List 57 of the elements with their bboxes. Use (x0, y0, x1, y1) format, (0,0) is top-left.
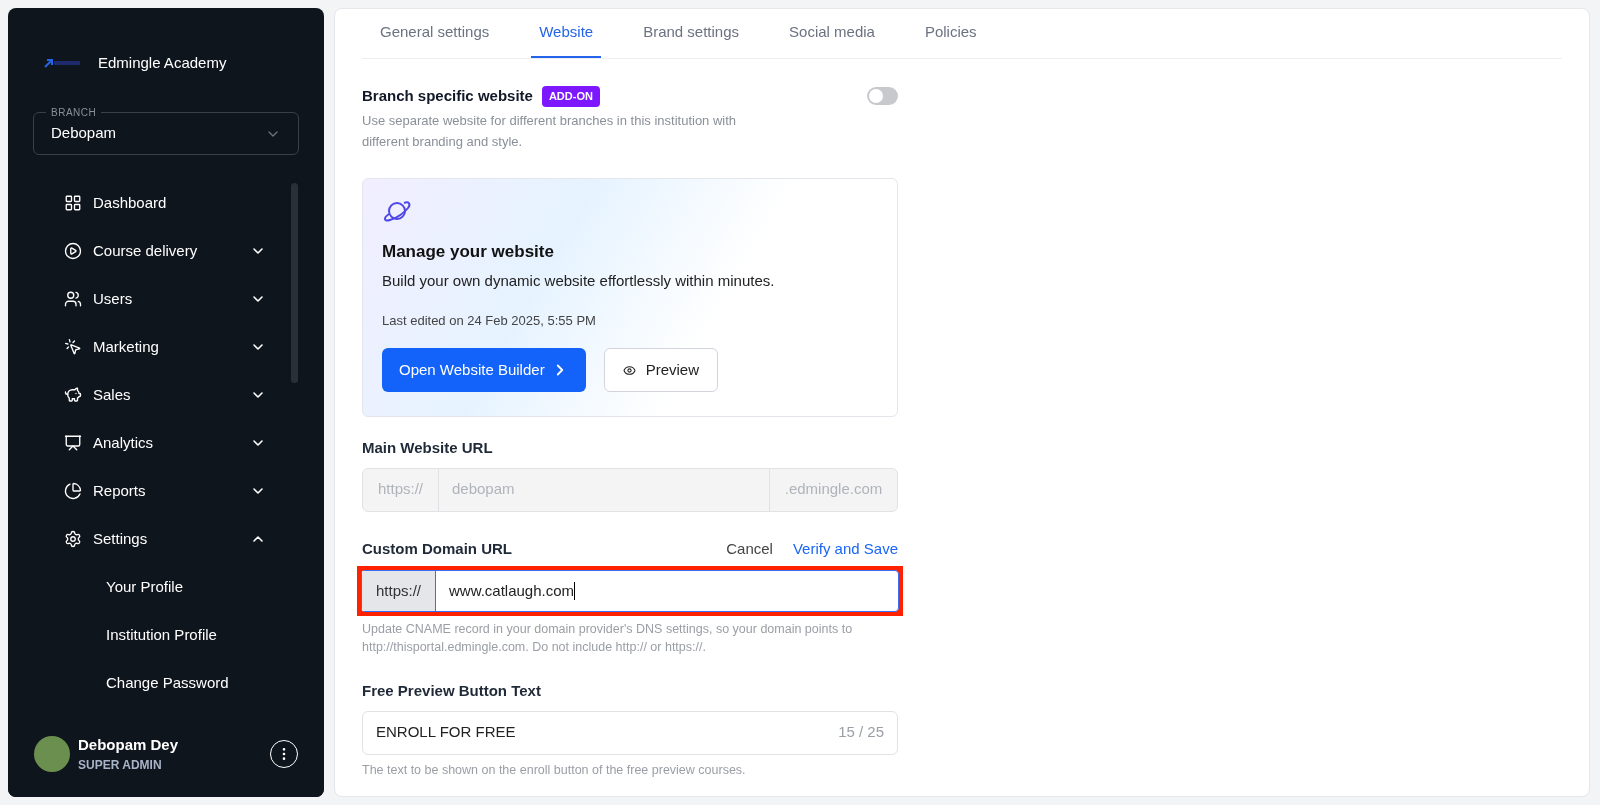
verify-and-save-link[interactable]: Verify and Save (792, 537, 898, 560)
nav-item[interactable]: Sales (8, 371, 324, 419)
nav-item[interactable]: Course delivery (8, 227, 324, 275)
help-text: Update CNAME record in your domain provider's DNS settings, so your domain points to http://thisportal.edmingle.com. Do not include http:// or https://. (362, 621, 854, 656)
field-label: Main Website URL (362, 438, 494, 458)
nav-subitem[interactable]: Institution Profile (8, 611, 324, 659)
button-text-field[interactable]: ENROLL FOR FREE 15 / 25 (362, 710, 898, 755)
card-title: Manage your website (382, 240, 555, 263)
url-suffix: .edmingle.com (769, 468, 897, 511)
avatar (34, 736, 70, 772)
planet-icon (382, 198, 412, 223)
card-subtitle: Build your own dynamic website effortlessly within minutes. (382, 271, 776, 291)
character-counter: 15 / 25 (838, 722, 884, 743)
section-description: Use separate website for different branches in this institution with different branding and style. (362, 111, 738, 151)
pie-chart-icon (64, 482, 82, 500)
play-icon (64, 242, 82, 260)
tab[interactable]: General settings (372, 9, 498, 58)
eye-icon (622, 363, 636, 377)
user-role: SUPER ADMIN (78, 757, 163, 775)
field-label: Free Preview Button Text (362, 681, 542, 701)
field-label: Custom Domain URL (362, 538, 513, 559)
cancel-link[interactable]: Cancel (726, 537, 773, 560)
nav-item[interactable]: Reports (8, 467, 324, 515)
domain-value: www.catlaugh.com (435, 571, 898, 611)
tab[interactable]: Policies (916, 9, 985, 58)
subdomain-value: debopam (451, 479, 516, 500)
tab[interactable]: Website (531, 9, 602, 58)
nav-item[interactable]: Analytics (8, 419, 324, 467)
field-value: ENROLL FOR FREE (376, 722, 517, 743)
help-text: The text to be shown on the enroll button of the free preview courses. (362, 761, 747, 779)
users-icon (64, 290, 82, 308)
preview-button[interactable]: Preview (603, 348, 718, 392)
grid-icon (64, 194, 82, 212)
custom-domain-field[interactable]: https:// www.catlaugh.com (361, 570, 899, 612)
scrollbar[interactable] (291, 183, 298, 383)
nav-item[interactable]: Users (8, 275, 324, 323)
presentation-board-icon (64, 434, 82, 452)
piggy-bank-icon (64, 386, 82, 404)
nav-subitem[interactable]: Change Password (8, 659, 324, 707)
nav-item[interactable]: Marketing (8, 323, 324, 371)
url-prefix: https:// (363, 468, 439, 511)
cursor-click-icon (64, 338, 82, 356)
tab[interactable]: Brand settings (635, 9, 748, 58)
nav-subitem[interactable]: Your Profile (8, 563, 324, 611)
brand-name: Edmingle Academy (98, 52, 227, 73)
nav-item[interactable]: Settings (8, 515, 324, 563)
section-title: Branch specific website (362, 86, 533, 106)
logo-icon (44, 58, 82, 68)
user-name: Debopam Dey (78, 734, 180, 755)
tab[interactable]: Social media (781, 9, 883, 58)
add-on-badge: ADD-ON (541, 86, 600, 107)
open-website-builder-button[interactable]: Open Website Builder (382, 348, 586, 392)
last-edited-text: Last edited on 24 Feb 2025, 5:55 PM (382, 311, 597, 330)
settings-icon (64, 530, 82, 548)
url-prefix: https:// (362, 571, 435, 611)
toggle-switch[interactable] (867, 87, 898, 105)
nav-item[interactable]: Dashboard (8, 179, 324, 227)
